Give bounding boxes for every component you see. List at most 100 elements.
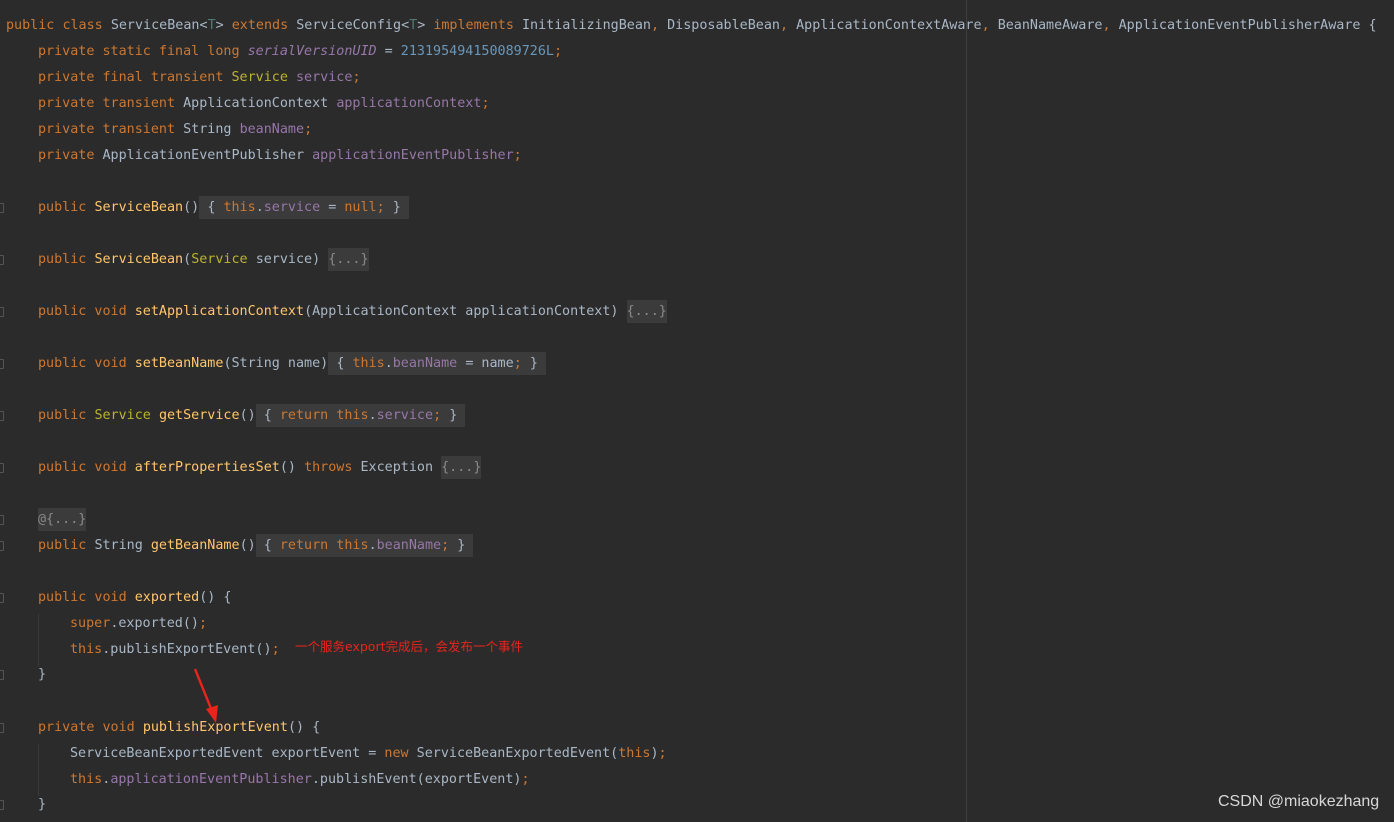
generic-bracket: >: [417, 18, 426, 33]
interface-name: ApplicationEventPublisherAware: [1118, 18, 1361, 33]
brace: {: [1368, 18, 1377, 33]
class-name: ServiceBean: [110, 18, 200, 33]
code-line-default-constructor[interactable]: public ServiceBean() { this.service = nu…: [38, 195, 409, 221]
declaration: ServiceBeanExportedEvent exportEvent =: [70, 746, 377, 761]
code-line-class-declaration[interactable]: public class ServiceBean<T> extends Serv…: [6, 13, 1377, 39]
semicolon: ;: [352, 70, 361, 85]
code-line-application-context-field[interactable]: private transient ApplicationContext app…: [38, 91, 490, 117]
expression: = name: [465, 356, 514, 371]
parens: (): [183, 200, 200, 215]
generic-bracket: <: [199, 18, 208, 33]
code-line-event-publisher-field[interactable]: private ApplicationEventPublisher applic…: [38, 143, 522, 169]
param-name: service: [255, 252, 313, 267]
folded-body[interactable]: {...}: [626, 300, 667, 323]
generic-bracket: <: [401, 18, 410, 33]
operator: =: [328, 200, 337, 215]
code-line-set-bean-name[interactable]: public void setBeanName(String name) { t…: [38, 351, 546, 377]
paren: ): [650, 746, 659, 761]
number-literal: 213195494150089726L: [400, 44, 554, 59]
code-line-after-properties-set[interactable]: public void afterPropertiesSet() throws …: [38, 455, 482, 481]
fold-marker-icon[interactable]: [0, 593, 4, 603]
code-line-serial-version-uid[interactable]: private static final long serialVersionU…: [38, 39, 562, 65]
fold-marker-icon[interactable]: [0, 359, 4, 369]
keyword: return this: [279, 538, 369, 553]
fold-marker-icon[interactable]: [0, 255, 4, 265]
code-editor[interactable]: public class ServiceBean<T> extends Serv…: [0, 0, 1394, 822]
code-line-close-brace[interactable]: }: [38, 792, 46, 818]
semicolon: ;: [199, 616, 208, 631]
keyword: private void: [38, 720, 135, 735]
brace: {: [336, 356, 345, 371]
field-name: service: [376, 408, 434, 423]
fold-marker-icon[interactable]: [0, 723, 4, 733]
fold-marker-icon[interactable]: [0, 203, 4, 213]
field-name: service: [296, 70, 353, 85]
code-line-super-exported[interactable]: super.exported();: [70, 611, 207, 637]
keyword: throws: [304, 460, 353, 475]
code-line-publish-event[interactable]: this.applicationEventPublisher.publishEv…: [70, 767, 530, 793]
interface-name: ApplicationContextAware: [796, 18, 982, 33]
modifiers: private static final long: [38, 44, 240, 59]
operator: =: [384, 44, 393, 59]
generic-bracket: >: [215, 18, 224, 33]
fold-marker-icon[interactable]: [0, 463, 4, 473]
fold-marker-icon[interactable]: [0, 515, 4, 525]
expression: .publishEvent(exportEvent): [311, 772, 522, 787]
keyword: null: [344, 200, 377, 215]
method-name: ServiceBean: [94, 252, 184, 267]
keyword: super: [70, 616, 111, 631]
fold-marker-icon[interactable]: [0, 411, 4, 421]
folded-annotation[interactable]: @{...}: [38, 508, 87, 531]
code-line-close-brace[interactable]: }: [38, 662, 46, 688]
method-signature-rest: () {: [287, 720, 321, 735]
code-line-folded-annotation[interactable]: @{...}: [38, 507, 87, 533]
folded-body[interactable]: {...}: [441, 456, 482, 479]
fold-marker-icon[interactable]: [0, 307, 4, 317]
method-name: setBeanName: [134, 356, 224, 371]
paren: (: [183, 252, 192, 267]
field-name: beanName: [239, 122, 305, 137]
superclass-name: ServiceConfig: [296, 18, 402, 33]
keyword: public void: [38, 304, 127, 319]
code-line-service-field[interactable]: private final transient Service service;: [38, 65, 361, 91]
semicolon: ;: [513, 356, 522, 371]
code-line-bean-name-field[interactable]: private transient String beanName;: [38, 117, 312, 143]
paren: ): [312, 252, 321, 267]
code-line-publish-export-event-call[interactable]: this.publishExportEvent();: [70, 637, 280, 663]
code-line-publish-export-event-method[interactable]: private void publishExportEvent() {: [38, 715, 320, 741]
semicolon: ;: [658, 746, 667, 761]
semicolon: ;: [481, 96, 490, 111]
brace: {: [263, 538, 272, 553]
dot: .: [255, 200, 264, 215]
keyword: return this: [279, 408, 369, 423]
keyword: this: [70, 772, 103, 787]
parens: (): [279, 460, 296, 475]
type-name: Service: [94, 408, 151, 423]
type-parameter: T: [409, 18, 418, 33]
code-line-get-service[interactable]: public Service getService() { return thi…: [38, 403, 466, 429]
method-signature-rest: () {: [199, 590, 232, 605]
method-name: getBeanName: [150, 538, 240, 553]
keyword: public: [38, 252, 87, 267]
keyword: this: [70, 642, 103, 657]
watermark: CSDN @miaokezhang: [1218, 793, 1380, 810]
comma: ,: [981, 18, 990, 33]
modifiers: private transient: [38, 96, 176, 111]
fold-marker-icon[interactable]: [0, 541, 4, 551]
fold-marker-icon[interactable]: [0, 800, 4, 810]
type-parameter: T: [207, 18, 216, 33]
fold-marker-icon[interactable]: [0, 670, 4, 680]
code-line-create-export-event[interactable]: ServiceBeanExportedEvent exportEvent = n…: [70, 741, 667, 767]
code-line-get-bean-name[interactable]: public String getBeanName() { return thi…: [38, 533, 474, 559]
brace: {: [263, 408, 272, 423]
semicolon: ;: [441, 538, 450, 553]
field-name: serialVersionUID: [247, 44, 377, 59]
folded-body[interactable]: {...}: [328, 248, 369, 271]
code-line-service-constructor[interactable]: public ServiceBean(Service service) {...…: [38, 247, 369, 273]
parens: (): [239, 538, 256, 553]
code-line-set-application-context[interactable]: public void setApplicationContext(Applic…: [38, 299, 667, 325]
parens: (): [239, 408, 256, 423]
semicolon: ;: [271, 642, 280, 657]
code-line-exported-method[interactable]: public void exported() {: [38, 585, 232, 611]
interface-name: DisposableBean: [667, 18, 780, 33]
